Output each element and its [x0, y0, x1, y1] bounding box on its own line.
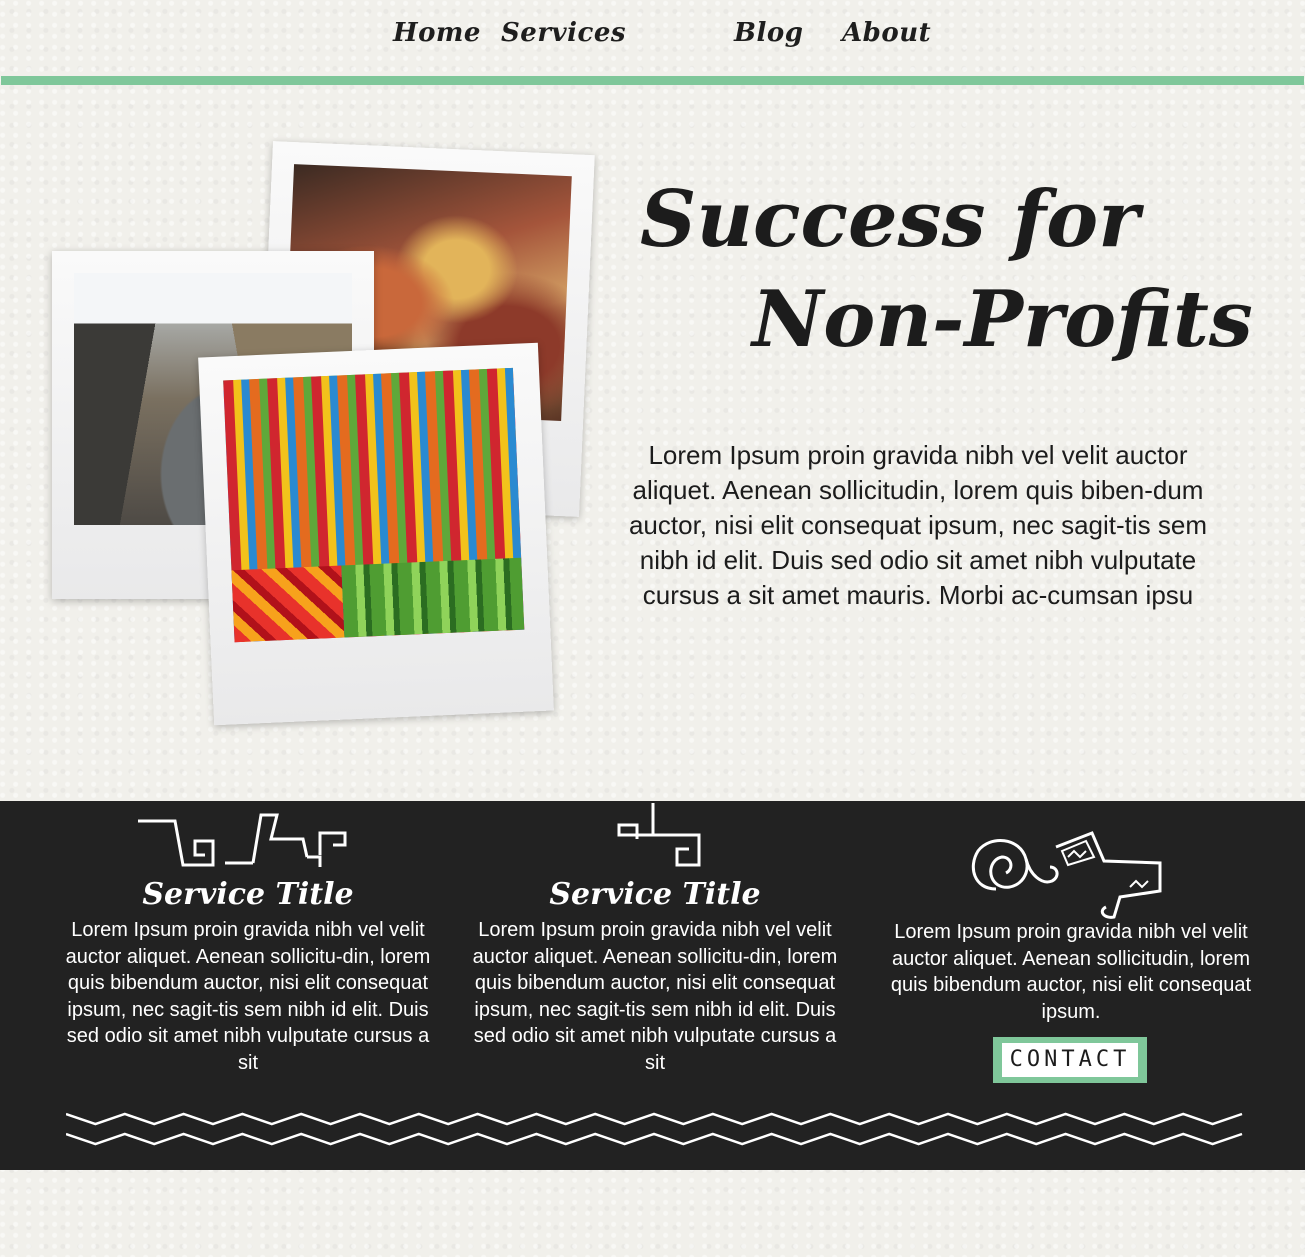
- nav-item-services[interactable]: Services: [501, 18, 626, 48]
- hero-title-line1: Success for: [640, 174, 1140, 265]
- contact-button-label: CONTACT: [1002, 1043, 1138, 1077]
- service-body-3: Lorem Ipsum proin gravida nibh vel velit…: [890, 921, 1252, 1023]
- service-body-1: Lorem Ipsum proin gravida nibh vel velit…: [65, 919, 431, 1074]
- service-title-1: Service Title: [142, 877, 354, 912]
- service-title-2: Service Title: [549, 877, 761, 912]
- hero-body: Lorem Ipsum proin gravida nibh vel velit…: [628, 440, 1208, 610]
- nav-item-blog[interactable]: Blog: [734, 18, 803, 48]
- spiral-key-icon: [617, 803, 701, 867]
- photo-textiles: [198, 342, 554, 726]
- greek-key-pattern-icon: [138, 813, 347, 867]
- nav-divider: [1, 76, 1304, 85]
- contact-button[interactable]: CONTACT: [993, 1037, 1147, 1083]
- hero-title-line2: Non-Profits: [752, 274, 1253, 365]
- nav-item-about[interactable]: About: [842, 18, 931, 48]
- service-body-2: Lorem Ipsum proin gravida nibh vel velit…: [472, 919, 838, 1074]
- nav-item-home[interactable]: Home: [393, 18, 481, 48]
- top-nav: Home Services Blog About: [0, 0, 1305, 76]
- zigzag-divider: [66, 1112, 1243, 1146]
- spiral-pattern-icon: [972, 831, 1162, 919]
- hero-title: Success for Non-Profits: [640, 170, 1260, 370]
